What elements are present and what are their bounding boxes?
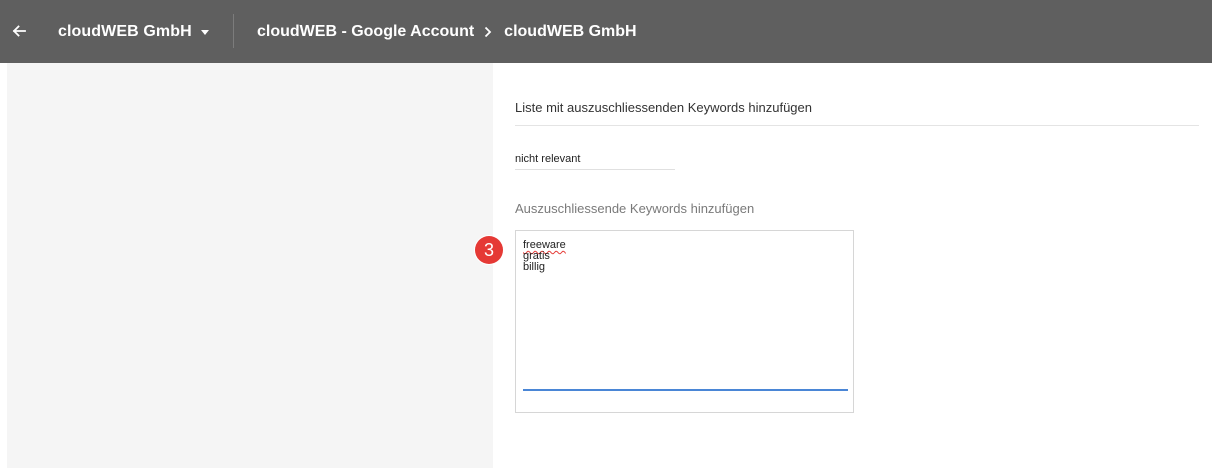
keywords-label: Auszuschliessende Keywords hinzufügen bbox=[515, 201, 755, 216]
arrow-left-icon bbox=[12, 25, 26, 37]
caret-down-icon bbox=[200, 30, 209, 35]
top-app-bar: cloudWEB GmbH cloudWEB - Google Account … bbox=[0, 0, 1212, 63]
section-title: Liste mit auszuschliessenden Keywords hi… bbox=[515, 100, 813, 115]
breadcrumb-parent[interactable]: cloudWEB - Google Account bbox=[257, 23, 474, 41]
keyword-line: billig bbox=[523, 261, 546, 273]
negative-keyword-list-form: Liste mit auszuschliessenden Keywords hi… bbox=[493, 63, 1212, 468]
back-button[interactable] bbox=[6, 16, 32, 46]
account-switcher[interactable]: cloudWEB GmbH bbox=[58, 18, 209, 46]
keyword-lines: freeware gratis billig bbox=[523, 240, 566, 273]
keywords-textarea[interactable]: freeware gratis billig bbox=[515, 230, 854, 413]
textarea-focus-underline bbox=[523, 389, 848, 391]
breadcrumb: cloudWEB - Google Account cloudWEB GmbH bbox=[257, 18, 637, 46]
title-divider bbox=[515, 125, 1199, 126]
breadcrumb-current: cloudWEB GmbH bbox=[504, 23, 637, 40]
topbar-divider bbox=[233, 14, 234, 48]
left-panel bbox=[7, 63, 493, 468]
chevron-right-icon bbox=[484, 26, 492, 38]
step-number-badge: 3 bbox=[475, 236, 503, 264]
list-name-input[interactable] bbox=[515, 148, 675, 170]
account-name: cloudWEB GmbH bbox=[58, 23, 192, 40]
